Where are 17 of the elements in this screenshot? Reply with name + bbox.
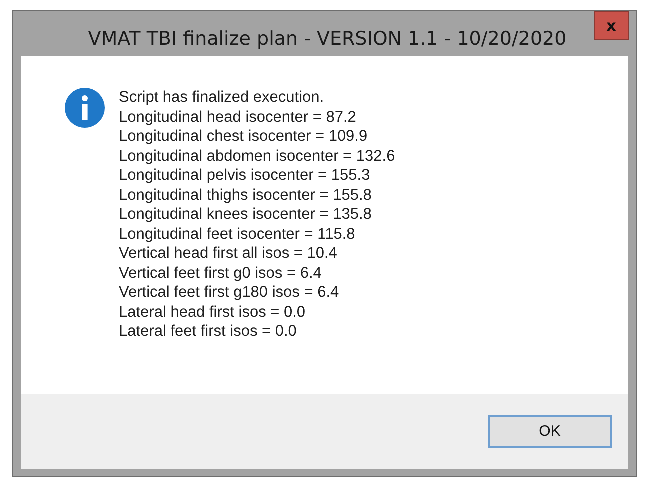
- message-line: Vertical head first all isos = 10.4: [119, 244, 338, 264]
- message-line: Longitudinal chest isocenter = 109.9: [119, 127, 369, 146]
- ok-button[interactable]: OK: [488, 415, 612, 448]
- close-button[interactable]: x: [594, 11, 629, 40]
- message-line: Vertical feet first g180 isos = 6.4: [119, 283, 340, 302]
- message-line: Lateral feet first isos = 0.0: [119, 322, 298, 342]
- message-line: Longitudinal pelvis isocenter = 155.3: [119, 166, 372, 186]
- message-line: Lateral head first isos = 0.0: [119, 302, 307, 322]
- window-title: VMAT TBI finalize plan - VERSION 1.1 - 10/20/2020: [87, 27, 568, 50]
- message-line: Longitudinal knees isocenter = 135.8: [119, 205, 373, 224]
- message-line: Script has finalized execution.: [119, 88, 326, 108]
- message-line: Longitudinal head isocenter = 87.2: [119, 108, 358, 127]
- info-icon: [65, 88, 105, 128]
- message-line: Longitudinal abdomen isocenter = 132.6: [119, 146, 396, 166]
- message-line: Vertical feet first g0 isos = 6.4: [119, 264, 323, 283]
- message-line: Longitudinal feet isocenter = 115.8: [119, 224, 356, 244]
- message-line: Longitudinal thighs isocenter = 155.8: [119, 186, 373, 205]
